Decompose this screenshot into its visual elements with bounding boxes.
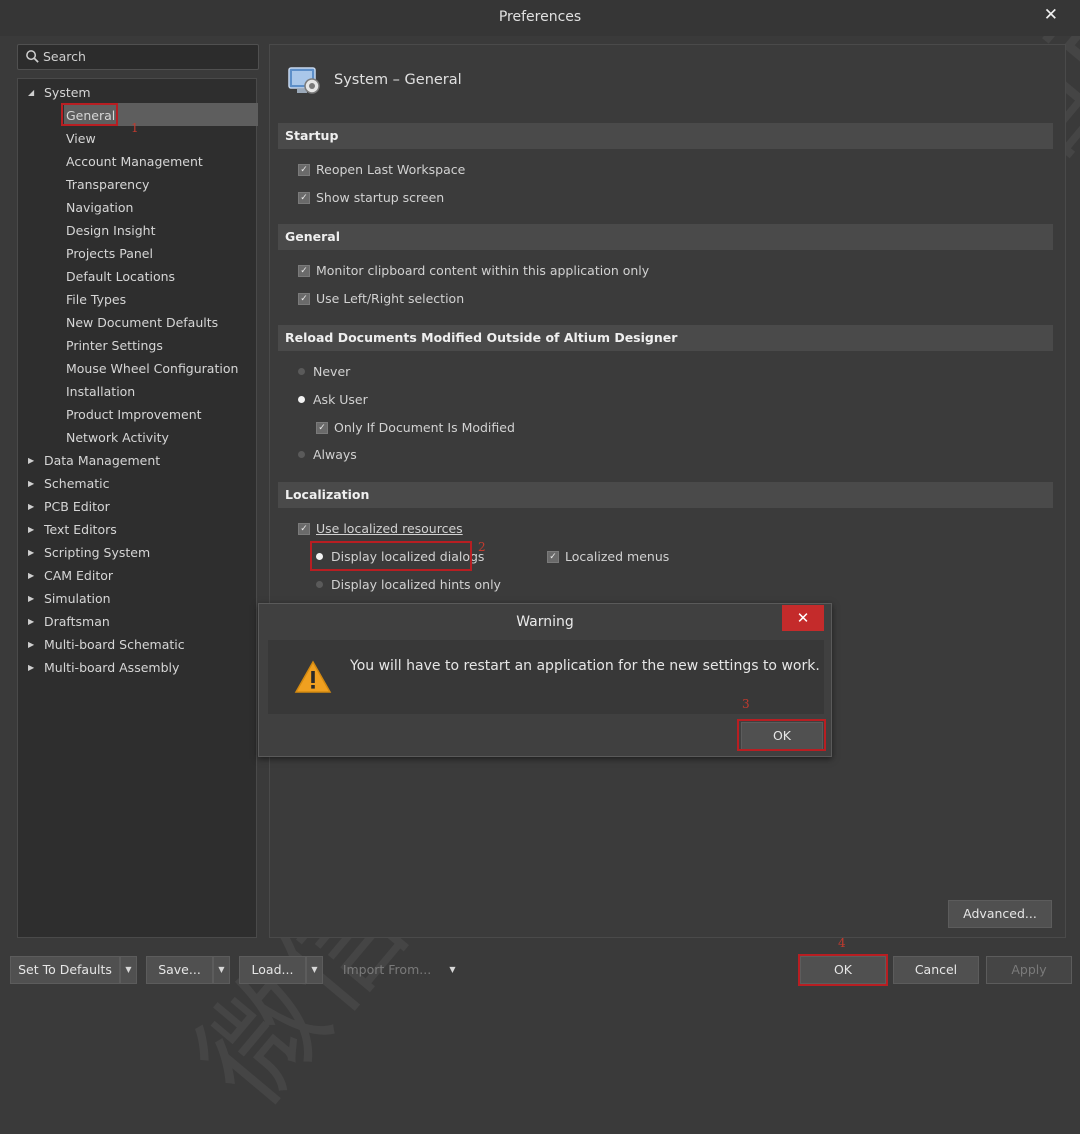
tree-item-file-types[interactable]: File Types [66, 288, 126, 311]
monitor-clipboard-checkbox[interactable]: ✓ Monitor clipboard content within this a… [298, 262, 649, 280]
radio-icon [316, 581, 323, 588]
reload-always-radio[interactable]: Always [298, 446, 357, 464]
warning-icon [294, 660, 332, 693]
import-dropdown-icon[interactable]: ▼ [444, 956, 461, 984]
search-box[interactable]: Search [17, 44, 259, 70]
section-startup: Startup [278, 123, 1053, 149]
radio-selected-icon [298, 396, 305, 403]
localized-menus-checkbox[interactable]: ✓ Localized menus [547, 548, 669, 566]
reload-ask-user-radio[interactable]: Ask User [298, 391, 368, 409]
collapsed-arrow-icon: ▶ [28, 548, 35, 557]
tree-item-draftsman[interactable]: ▶ Draftsman [28, 610, 110, 633]
checkbox-icon: ✓ [298, 264, 310, 277]
load-dropdown-icon[interactable]: ▼ [306, 956, 323, 984]
warning-close-icon[interactable]: ✕ [782, 605, 824, 631]
reload-never-radio[interactable]: Never [298, 363, 350, 381]
annotation-box-2 [310, 541, 472, 571]
annotation-number-3: 3 [742, 697, 750, 711]
apply-button[interactable]: Apply [986, 956, 1072, 984]
tree-item-transparency[interactable]: Transparency [66, 173, 149, 196]
system-general-icon [288, 67, 320, 94]
checkbox-icon: ✓ [316, 421, 328, 434]
annotation-number-4: 4 [838, 936, 846, 950]
collapsed-arrow-icon: ▶ [28, 502, 35, 511]
reopen-last-workspace-checkbox[interactable]: ✓ Reopen Last Workspace [298, 161, 465, 179]
collapsed-arrow-icon: ▶ [28, 663, 35, 672]
annotation-box-3 [737, 719, 826, 751]
tree-item-data-management[interactable]: ▶ Data Management [28, 449, 160, 472]
radio-icon [298, 451, 305, 458]
tree-item-network-activity[interactable]: Network Activity [66, 426, 169, 449]
tree-item-new-document-defaults[interactable]: New Document Defaults [66, 311, 218, 334]
tree-item-text-editors[interactable]: ▶ Text Editors [28, 518, 117, 541]
annotation-number-1: 1 [131, 121, 139, 135]
tree-item-scripting-system[interactable]: ▶ Scripting System [28, 541, 150, 564]
section-localization: Localization [278, 482, 1053, 508]
warning-message: You will have to restart an application … [350, 658, 820, 674]
expanded-arrow-icon: ◢ [28, 88, 35, 97]
tree-item-pcb-editor[interactable]: ▶ PCB Editor [28, 495, 110, 518]
checkbox-icon: ✓ [298, 292, 310, 305]
tree-item-account-management[interactable]: Account Management [66, 150, 203, 173]
save-button[interactable]: Save... [146, 956, 213, 984]
warning-title: Warning [516, 614, 574, 630]
left-right-selection-checkbox[interactable]: ✓ Use Left/Right selection [298, 290, 464, 308]
only-if-modified-checkbox[interactable]: ✓ Only If Document Is Modified [316, 419, 515, 437]
tree-item-mouse-wheel-configuration[interactable]: Mouse Wheel Configuration [66, 357, 238, 380]
tree-item-product-improvement[interactable]: Product Improvement [66, 403, 202, 426]
checkbox-icon: ✓ [298, 522, 310, 535]
collapsed-arrow-icon: ▶ [28, 525, 35, 534]
tree-item-projects-panel[interactable]: Projects Panel [66, 242, 153, 265]
collapsed-arrow-icon: ▶ [28, 479, 35, 488]
set-to-defaults-dropdown-icon[interactable]: ▼ [120, 956, 137, 984]
search-icon [26, 50, 39, 63]
tree-item-design-insight[interactable]: Design Insight [66, 219, 155, 242]
save-dropdown-icon[interactable]: ▼ [213, 956, 230, 984]
section-general: General [278, 224, 1053, 250]
checkbox-icon: ✓ [547, 550, 559, 563]
page-title: System – General [334, 72, 462, 88]
checkbox-icon: ✓ [298, 191, 310, 204]
annotation-box-4 [798, 954, 888, 986]
tree-item-schematic[interactable]: ▶ Schematic [28, 472, 110, 495]
tree-item-default-locations[interactable]: Default Locations [66, 265, 175, 288]
radio-icon [298, 368, 305, 375]
tree-item-navigation[interactable]: Navigation [66, 196, 133, 219]
tree-item-multi-board-assembly[interactable]: ▶ Multi-board Assembly [28, 656, 179, 679]
collapsed-arrow-icon: ▶ [28, 456, 35, 465]
annotation-box-1 [61, 103, 118, 126]
collapsed-arrow-icon: ▶ [28, 594, 35, 603]
section-reload-documents: Reload Documents Modified Outside of Alt… [278, 325, 1053, 351]
tree-item-cam-editor[interactable]: ▶ CAM Editor [28, 564, 113, 587]
load-button[interactable]: Load... [239, 956, 306, 984]
title-bar: Preferences ✕ [0, 0, 1080, 36]
annotation-number-2: 2 [478, 540, 486, 554]
tree-item-multi-board-schematic[interactable]: ▶ Multi-board Schematic [28, 633, 185, 656]
collapsed-arrow-icon: ▶ [28, 571, 35, 580]
close-icon[interactable]: ✕ [1044, 5, 1058, 25]
use-localized-resources-checkbox[interactable]: ✓ Use localized resources [298, 520, 463, 538]
tree-item-printer-settings[interactable]: Printer Settings [66, 334, 163, 357]
show-startup-screen-checkbox[interactable]: ✓ Show startup screen [298, 189, 444, 207]
tree-item-simulation[interactable]: ▶ Simulation [28, 587, 111, 610]
import-from-button[interactable]: Import From... [332, 956, 442, 984]
search-input[interactable]: Search [43, 49, 86, 64]
checkbox-icon: ✓ [298, 163, 310, 176]
tree-item-view[interactable]: View [66, 127, 96, 150]
tree-item-system[interactable]: ◢ System [28, 81, 91, 104]
collapsed-arrow-icon: ▶ [28, 617, 35, 626]
warning-body: You will have to restart an application … [268, 640, 824, 714]
cancel-button[interactable]: Cancel [893, 956, 979, 984]
preferences-tree: ◢ System General View Account Management… [17, 78, 258, 938]
collapsed-arrow-icon: ▶ [28, 640, 35, 649]
display-localized-hints-radio[interactable]: Display localized hints only [316, 576, 501, 594]
advanced-button[interactable]: Advanced... [948, 900, 1052, 928]
window-title: Preferences [498, 9, 582, 25]
tree-item-installation[interactable]: Installation [66, 380, 135, 403]
set-to-defaults-button[interactable]: Set To Defaults [10, 956, 120, 984]
